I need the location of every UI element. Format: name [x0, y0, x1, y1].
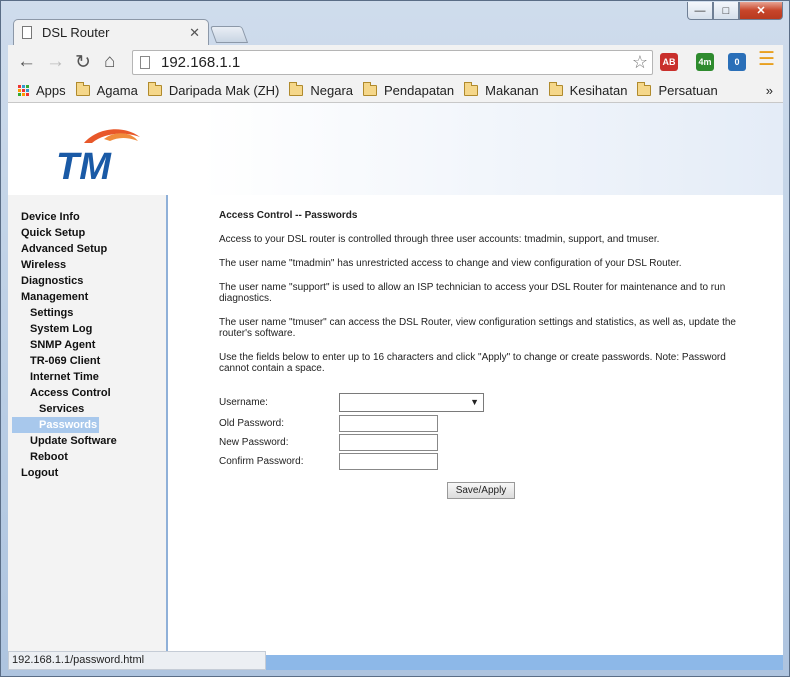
- bookmark-label: Apps: [36, 83, 66, 98]
- old-password-label: Old Password:: [219, 418, 285, 429]
- bookmark-label: Persatuan: [658, 83, 718, 98]
- sidebar-item-settings[interactable]: Settings: [8, 305, 166, 321]
- tab-title: DSL Router: [42, 25, 110, 40]
- password-page: Access Control -- Passwords Access to yo…: [219, 210, 744, 374]
- bookmark-star-icon[interactable]: ☆: [632, 52, 648, 73]
- sidebar-item-passwords[interactable]: Passwords: [12, 417, 99, 433]
- router-sidebar-menu: Device Info Quick Setup Advanced Setup Wire…: [8, 195, 168, 670]
- password-form: Username: ▼ Old Password: New Password: …: [219, 393, 484, 471]
- bookmark-apps[interactable]: Apps: [18, 83, 66, 98]
- bookmark-daripada-mak[interactable]: Daripada Mak (ZH): [147, 82, 280, 98]
- intro-paragraph: Access to your DSL router is controlled …: [219, 234, 660, 245]
- confirm-password-field[interactable]: [339, 453, 438, 470]
- bookmark-negara[interactable]: Negara: [289, 82, 354, 98]
- support-description: The user name "support" is used to allow…: [219, 282, 726, 304]
- page-title: Access Control -- Passwords: [219, 210, 358, 221]
- apps-icon: [18, 84, 30, 97]
- tmadmin-description: The user name "tmadmin" has unrestricted…: [219, 258, 682, 269]
- bookmark-label: Kesihatan: [569, 83, 628, 98]
- bookmark-label: Negara: [310, 83, 354, 98]
- folder-icon: [548, 82, 563, 96]
- browser-toolbar: ← → ↻ ⌂ ☆ AB 4m 0 ☰: [8, 45, 783, 79]
- sidebar-item-quick-setup[interactable]: Quick Setup: [8, 225, 166, 241]
- tmuser-description: The user name "tmuser" can access the DS…: [219, 317, 736, 339]
- page-icon: [22, 26, 32, 39]
- instructions-paragraph: Use the fields below to enter up to 16 c…: [219, 352, 726, 374]
- folder-icon: [75, 82, 90, 96]
- reload-icon[interactable]: ↻: [75, 51, 91, 74]
- forward-arrow-icon[interactable]: →: [46, 51, 65, 73]
- weather-extension-icon[interactable]: 4m: [696, 53, 714, 71]
- sidebar-item-device-info[interactable]: Device Info: [8, 209, 166, 225]
- address-bar[interactable]: ☆: [132, 50, 653, 75]
- browser-tab[interactable]: DSL Router ✕: [13, 19, 209, 45]
- back-arrow-icon[interactable]: ←: [17, 51, 36, 73]
- bookmark-pendapatan[interactable]: Pendapatan: [363, 82, 455, 98]
- sidebar-item-access-control[interactable]: Access Control: [8, 385, 166, 401]
- page-content: TM Device Info Quick Setup Advanced Setup W…: [8, 103, 783, 670]
- sidebar-item-snmp-agent[interactable]: SNMP Agent: [8, 337, 166, 353]
- status-bar: 192.168.1.1/password.html: [8, 651, 266, 670]
- username-select[interactable]: ▼: [339, 393, 484, 412]
- page-icon: [140, 56, 150, 69]
- close-window-button[interactable]: ✕: [739, 2, 783, 20]
- folder-icon: [464, 82, 479, 96]
- sidebar-item-advanced-setup[interactable]: Advanced Setup: [8, 241, 166, 257]
- bookmark-label: Pendapatan: [384, 83, 455, 98]
- old-password-field[interactable]: [339, 415, 438, 432]
- ghostery-icon[interactable]: 0: [728, 53, 746, 71]
- sidebar-item-tr-069-client[interactable]: TR-069 Client: [8, 353, 166, 369]
- bookmark-label: Daripada Mak (ZH): [168, 83, 280, 98]
- sidebar-item-management[interactable]: Management: [8, 289, 166, 305]
- folder-icon: [147, 82, 162, 96]
- minimize-button[interactable]: —: [687, 2, 713, 20]
- logo-text: TM: [56, 146, 112, 185]
- bookmark-label: Makanan: [485, 83, 539, 98]
- new-password-field[interactable]: [339, 434, 438, 451]
- bookmark-agama[interactable]: Agama: [75, 82, 138, 98]
- confirm-password-label: Confirm Password:: [219, 456, 304, 467]
- bookmark-label: Agama: [96, 83, 138, 98]
- adblock-icon[interactable]: AB: [660, 53, 678, 71]
- sidebar-item-diagnostics[interactable]: Diagnostics: [8, 273, 166, 289]
- sidebar-item-internet-time[interactable]: Internet Time: [8, 369, 166, 385]
- sidebar-item-logout[interactable]: Logout: [8, 465, 166, 481]
- sidebar-item-update-software[interactable]: Update Software: [8, 433, 166, 449]
- horizontal-scrollbar[interactable]: [264, 655, 783, 670]
- sidebar-item-services[interactable]: Services: [8, 401, 166, 417]
- dropdown-arrow-icon: ▼: [470, 397, 479, 407]
- new-tab-button[interactable]: [209, 26, 249, 43]
- sidebar-item-reboot[interactable]: Reboot: [8, 449, 166, 465]
- bookmark-makanan[interactable]: Makanan: [464, 82, 539, 98]
- sidebar-item-system-log[interactable]: System Log: [8, 321, 166, 337]
- chrome-menu-icon[interactable]: ☰: [758, 50, 775, 69]
- folder-icon: [289, 82, 304, 96]
- folder-icon: [637, 82, 652, 96]
- bookmarks-overflow-icon[interactable]: »: [766, 83, 773, 98]
- new-password-label: New Password:: [219, 437, 289, 448]
- username-label: Username:: [219, 397, 268, 408]
- tm-logo: TM: [56, 129, 140, 185]
- tab-close-icon[interactable]: ✕: [189, 25, 200, 41]
- save-apply-button[interactable]: Save/Apply: [447, 482, 515, 499]
- bookmark-persatuan[interactable]: Persatuan: [637, 82, 718, 98]
- sidebar-item-wireless[interactable]: Wireless: [8, 257, 166, 273]
- router-banner: TM: [8, 103, 783, 195]
- maximize-button[interactable]: □: [713, 2, 739, 20]
- url-input[interactable]: [159, 53, 623, 72]
- bookmark-kesihatan[interactable]: Kesihatan: [548, 82, 628, 98]
- folder-icon: [363, 82, 378, 96]
- bookmarks-bar: Apps Agama Daripada Mak (ZH) Negara Pend…: [8, 79, 783, 103]
- browser-window: — □ ✕ DSL Router ✕ ← → ↻ ⌂ ☆ AB 4m 0 ☰ App…: [0, 0, 790, 677]
- home-icon[interactable]: ⌂: [104, 51, 115, 73]
- window-controls: — □ ✕: [687, 2, 783, 20]
